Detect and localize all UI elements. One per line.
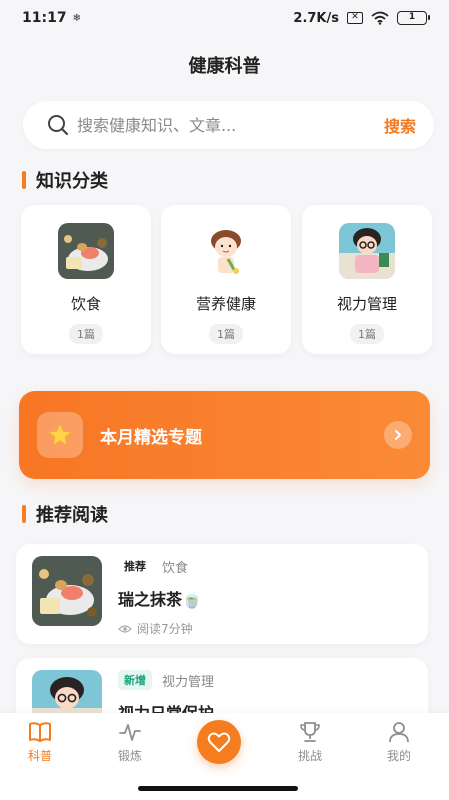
net-speed: 2.7K/s <box>293 10 339 26</box>
search-input[interactable] <box>77 115 384 135</box>
article-body: 推荐 饮食 瑞之抹茶🍵 阅读7分钟 <box>118 556 202 636</box>
category-card-vision[interactable]: 视力管理 1篇 <box>302 205 432 354</box>
article-category: 视力管理 <box>162 674 215 690</box>
chevron-right-icon[interactable] <box>384 421 412 449</box>
book-icon <box>29 722 51 742</box>
category-count: 1篇 <box>69 324 103 344</box>
status-bar: 11:17 ❄ 2.7K/s ✕ 1 <box>0 0 449 36</box>
home-indicator[interactable] <box>138 786 298 791</box>
article-tags: 新增 视力管理 <box>118 670 214 690</box>
search-button[interactable]: 搜索 <box>384 113 416 137</box>
page-title: 健康科普 <box>188 56 261 77</box>
article-card-matcha[interactable]: 推荐 饮食 瑞之抹茶🍵 阅读7分钟 <box>16 544 428 644</box>
eye-icon <box>118 624 132 633</box>
category-name: 营养健康 <box>195 295 256 313</box>
heart-icon <box>207 732 231 752</box>
nav-label: 挑战 <box>297 749 322 763</box>
kid-glasses-image <box>339 223 395 279</box>
nav-label: 锻炼 <box>117 749 142 763</box>
section-accent-bar <box>22 171 26 189</box>
section-accent-bar <box>22 505 26 523</box>
star-icon <box>37 412 83 458</box>
article-tags: 推荐 饮食 <box>118 556 202 576</box>
featured-topic-banner[interactable]: 本月精选专题 <box>19 391 430 479</box>
categories-section-title: 知识分类 <box>22 167 108 193</box>
recommend-heading: 推荐阅读 <box>36 505 108 526</box>
cartoon-kid-image <box>198 223 254 279</box>
user-icon <box>389 722 409 743</box>
search-icon <box>48 115 69 136</box>
article-title: 瑞之抹茶🍵 <box>118 590 202 609</box>
new-badge: 新增 <box>118 670 152 690</box>
categories-heading: 知识分类 <box>36 171 108 192</box>
category-name: 饮食 <box>70 295 101 313</box>
category-count: 1篇 <box>350 324 384 344</box>
category-card-diet[interactable]: 饮食 1篇 <box>21 205 151 354</box>
food-image <box>32 556 102 626</box>
status-time: 11:17 <box>22 10 67 26</box>
recommend-badge: 推荐 <box>124 560 146 573</box>
nav-item-health[interactable] <box>197 720 241 764</box>
nav-label: 科普 <box>27 749 52 763</box>
status-left: 11:17 ❄ <box>22 10 81 26</box>
nav-item-profile[interactable]: 我的 <box>369 721 429 764</box>
status-right: 2.7K/s ✕ 1 <box>293 10 430 26</box>
article-meta: 阅读7分钟 <box>118 620 202 637</box>
category-card-nutrition[interactable]: 营养健康 1篇 <box>161 205 291 354</box>
snowflake-icon: ❄ <box>72 12 81 24</box>
read-time: 阅读7分钟 <box>137 622 193 636</box>
pulse-icon <box>119 724 141 741</box>
wifi-icon <box>371 11 389 25</box>
search-bar[interactable]: 搜索 <box>23 101 434 149</box>
nav-item-challenge[interactable]: 挑战 <box>280 721 340 764</box>
nav-label: 我的 <box>386 749 411 763</box>
battery-icon: 1 <box>397 11 430 25</box>
nav-item-science[interactable]: 科普 <box>10 721 70 764</box>
trophy-icon <box>300 722 320 742</box>
category-count: 1篇 <box>209 324 243 344</box>
featured-label: 本月精选专题 <box>100 427 202 448</box>
no-sim-icon: ✕ <box>347 12 363 24</box>
article-category: 饮食 <box>162 560 189 576</box>
recommend-section-title: 推荐阅读 <box>22 501 108 527</box>
food-image <box>58 223 114 279</box>
category-name: 视力管理 <box>336 295 397 313</box>
nav-item-exercise[interactable]: 锻炼 <box>100 721 160 764</box>
battery-level: 1 <box>408 12 416 22</box>
